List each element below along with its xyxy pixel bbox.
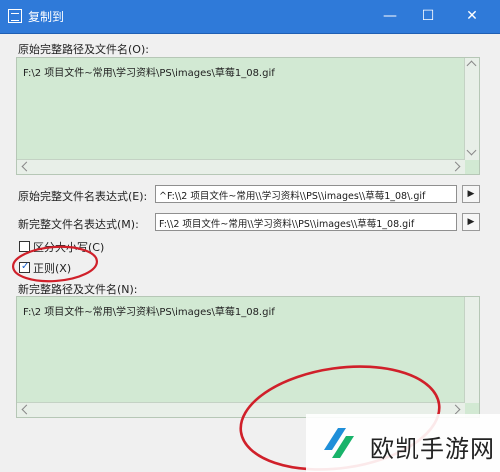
annotation-layer [11,245,441,471]
watermark-logo [324,428,354,458]
watermark: 欧凯手游网 [306,414,500,472]
watermark-text: 欧凯手游网 [370,435,495,463]
regex-annotation-circle [11,245,99,283]
